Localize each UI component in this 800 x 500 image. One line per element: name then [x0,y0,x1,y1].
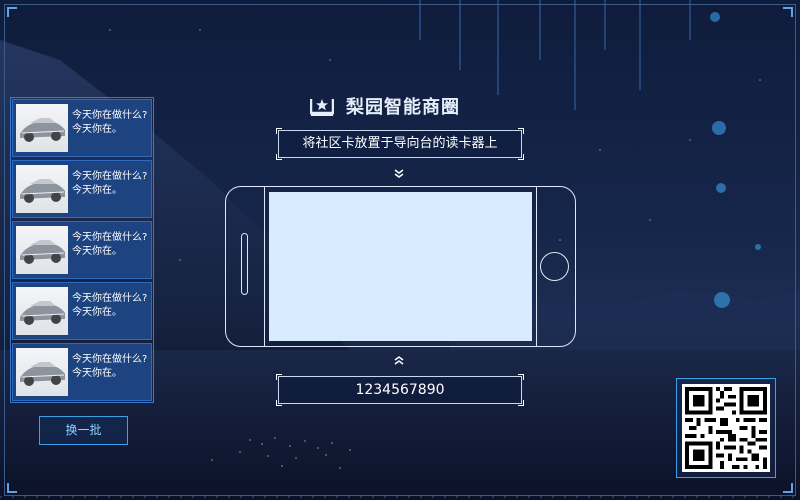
recommendation-list: 今天你在做什么? 今天你在。 今天你在做什么? 今天你在。 今天你在做什么? 今天你在… [10,97,154,403]
car-image [16,104,68,152]
list-item[interactable]: 今天你在做什么? 今天你在。 [12,99,152,157]
refresh-button[interactable]: 换一批 [39,416,128,445]
item-title: 今天你在做什么? [72,293,148,304]
item-subtitle: 今天你在。 [72,368,122,379]
brand-header: 梨园智能商圈 [310,93,460,119]
instruction-box: 将社区卡放置于导向台的读卡器上 [276,128,524,160]
instruction-text: 将社区卡放置于导向台的读卡器上 [302,136,498,151]
phone-illustration [225,186,576,347]
list-item[interactable]: 今天你在做什么? 今天你在。 [12,221,152,279]
car-image [16,348,68,396]
item-title: 今天你在做什么? [72,354,148,365]
list-item[interactable]: 今天你在做什么? 今天你在。 [12,160,152,218]
phone-screen [269,192,532,341]
qr-code-icon [685,387,767,469]
store-logo-icon [310,99,334,116]
qr-code-panel [676,378,776,478]
list-item[interactable]: 今天你在做什么? 今天你在。 [12,282,152,340]
car-image [16,287,68,335]
list-item[interactable]: 今天你在做什么? 今天你在。 [12,343,152,401]
brand-title: 梨园智能商圈 [346,97,460,118]
phone-speaker [241,233,248,295]
chevron-down-icon [393,169,405,182]
item-title: 今天你在做什么? [72,110,148,121]
item-title: 今天你在做什么? [72,232,148,243]
car-image [16,165,68,213]
item-title: 今天你在做什么? [72,171,148,182]
phone-home-button [540,252,569,281]
card-number-field: 1234567890 [276,374,524,406]
item-subtitle: 今天你在。 [72,124,122,135]
card-number-text: 1234567890 [355,382,445,398]
chevron-up-icon [393,355,405,368]
item-subtitle: 今天你在。 [72,246,122,257]
car-image [16,226,68,274]
item-subtitle: 今天你在。 [72,185,122,196]
item-subtitle: 今天你在。 [72,307,122,318]
